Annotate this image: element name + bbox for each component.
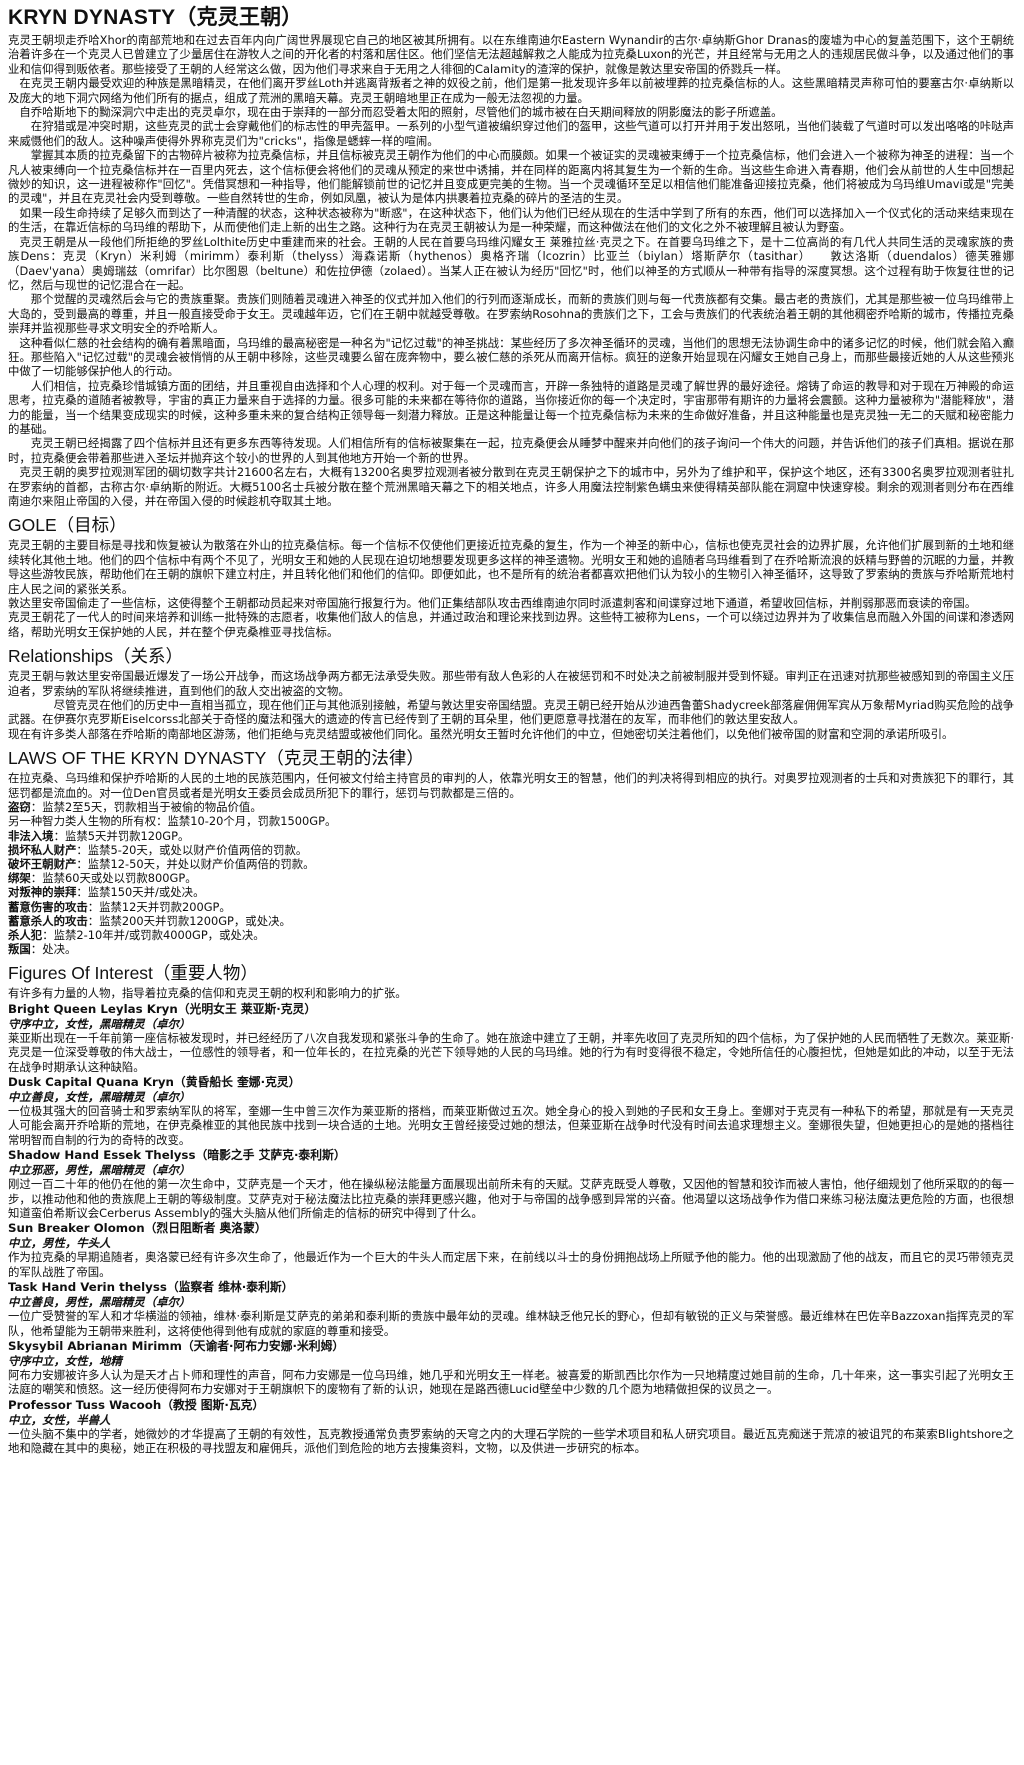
- law-penalty: ：监禁200天并罚款1200GP，或处决。: [87, 913, 291, 928]
- intro-paragraph: 克灵王朝是从一段他们所拒绝的罗丝Lolthite历史中重建而来的社会。王朝的人民…: [8, 234, 1014, 292]
- figure-name: Bright Queen Leylas Kryn（光明女王 莱亚斯·克灵）: [8, 1001, 317, 1016]
- relationships-section: 克灵王朝与敦达里安帝国最近爆发了一场公开战争，而这场战争两方都无法承受失败。那些…: [8, 669, 1014, 741]
- intro-paragraph: 人们相信，拉克桑珍惜城镇方面的团结，并且重视自由选择和个人心理的权利。对于每一个…: [8, 378, 1014, 436]
- figure-entry: Bright Queen Leylas Kryn（光明女王 莱亚斯·克灵） 守序中…: [8, 1002, 1014, 1074]
- law-penalty: ：监禁5天并罚款120GP。: [53, 828, 190, 843]
- law-name: 绑架: [8, 871, 31, 886]
- figures-intro: 有许多有力量的人物，指导着拉克桑的信仰和克灵王朝的权利和影响力的扩张。: [8, 986, 407, 1001]
- law-item: 叛国：处决。: [8, 942, 1014, 956]
- intro-paragraph: 克灵王朝已经揭露了四个信标并且还有更多东西等待发现。人们相信所有的信标被聚集在一…: [8, 436, 1014, 465]
- figure-alignment: 中立，男性，牛头人: [8, 1236, 111, 1251]
- figures-heading: Figures Of Interest（重要人物）: [8, 963, 258, 984]
- law-item: 另一种智力类人生物的所有权：监禁10-20个月，罚款1500GP。: [8, 814, 1014, 828]
- goal-heading: GOLE（目标）: [8, 515, 127, 536]
- figures-list: Bright Queen Leylas Kryn（光明女王 莱亚斯·克灵） 守序中…: [8, 1002, 1014, 1456]
- law-penalty: ：监禁12-50天，并处以财产价值两倍的罚款。: [76, 856, 315, 871]
- law-item: 损坏私人财产：监禁5-20天，或处以财产价值两倍的罚款。: [8, 843, 1014, 857]
- law-penalty: ：监禁5-20天，或处以财产价值两倍的罚款。: [76, 842, 308, 857]
- law-name: 叛国: [8, 942, 31, 957]
- figure-name: Sun Breaker Olomon（烈日阻断者 奥洛蒙）: [8, 1221, 267, 1236]
- law-item: 绑架：监禁60天或处以罚款800GP。: [8, 871, 1014, 885]
- figure-alignment: 中立善良，男性，黑暗精灵（卓尔）: [8, 1295, 191, 1310]
- laws-intro: 在拉克桑、乌玛维和保护乔哈斯的人民的土地的民族范围内，任何被文付给主持官员的审判…: [8, 771, 1014, 800]
- goal-paragraph: 敦达里安帝国偷走了一些信标，这使得整个王朝都动员起来对帝国施行报复行为。他们正集…: [8, 596, 977, 611]
- figure-alignment: 中立，女性，半兽人: [8, 1412, 111, 1427]
- figure-name: Professor Tuss Wacooh（教授 图斯·瓦克）: [8, 1397, 265, 1412]
- law-item: 盗窃：监禁2至5天，罚款相当于被偷的物品价值。: [8, 800, 1014, 814]
- law-name: 蓄意伤害的攻击: [8, 899, 88, 914]
- intro-paragraph: 克灵王朝坝走乔哈Xhor的南部荒地和在过去百年内向广阔世界展现它自己的地区被其所…: [8, 33, 1014, 76]
- figure-name: Skysybil Abrianan Mirimm（天谕者·阿布力安娜·米利姆）: [8, 1339, 345, 1354]
- law-item: 杀人犯：监禁2-10年并/或罚款4000GP，或处决。: [8, 928, 1014, 942]
- law-name: 盗窃: [8, 800, 31, 815]
- law-item: 蓄意伤害的攻击：监禁12天并罚款200GP。: [8, 900, 1014, 914]
- figure-alignment: 中立邪恶，男性，黑暗精灵（卓尔）: [8, 1163, 191, 1178]
- figure-entry: Sun Breaker Olomon（烈日阻断者 奥洛蒙） 中立，男性，牛头人 作为…: [8, 1221, 1014, 1279]
- law-item: 蓄意杀人的攻击：监禁200天并罚款1200GP，或处决。: [8, 914, 1014, 928]
- laws-heading: LAWS OF THE KRYN DYNASTY（克灵王朝的法律）: [8, 748, 424, 769]
- law-name: 破坏王朝财产: [8, 856, 77, 871]
- figure-description: 莱亚斯出现在一千年前第一座信标被发现时，并已经经历了八次自我发现和紧张斗争的生命…: [8, 1030, 1015, 1074]
- figure-description: 作为拉克桑的早期追随者，奥洛蒙已经有许多次生命了，他最近作为一个巨大的牛头人而定…: [8, 1250, 1014, 1279]
- figure-name: Shadow Hand Essek Thelyss（暗影之手 艾萨克·泰利斯）: [8, 1148, 346, 1163]
- law-name: 损坏私人财产: [8, 842, 77, 857]
- law-name: 杀人犯: [8, 927, 43, 942]
- intro-paragraph: 这种看似仁慈的社会结构的确有着黑暗面，乌玛维的最高秘密是一种名为"记忆过载"的神…: [8, 335, 1014, 379]
- intro-section: 克灵王朝坝走乔哈Xhor的南部荒地和在过去百年内向广阔世界展现它自己的地区被其所…: [8, 33, 1014, 508]
- document-page: KRYN DYNASTY（克灵王朝） 克灵王朝坝走乔哈Xhor的南部荒地和在过去…: [0, 0, 1024, 1456]
- relationships-paragraph: 现在有许多类人部落在乔哈斯的南部地区游荡，他们拒绝与克灵结盟或被他们同化。虽然光…: [8, 726, 954, 741]
- figure-description: 阿布力安娜被许多人认为是天才占卜师和理性的声音，阿布力安娜是一位乌玛维，她几乎和…: [8, 1368, 1014, 1397]
- figure-entry: Skysybil Abrianan Mirimm（天谕者·阿布力安娜·米利姆）守…: [8, 1339, 1014, 1397]
- figure-name: Task Hand Verin thelyss（监察者 维林·泰利斯）: [8, 1280, 294, 1295]
- relationships-paragraph: 尽管克灵在他们的历史中一直相当孤立，现在他们正与其他派别接触，希望与敦达里安帝国…: [8, 698, 1014, 727]
- figure-description: 一位广受赞誉的军人和才华横溢的领袖，维林·泰利斯是艾萨克的弟弟和泰利斯的贵族中最…: [8, 1309, 1014, 1338]
- law-penalty: ：监禁2-10年并/或罚款4000GP，或处决。: [42, 927, 265, 942]
- figure-alignment: 守序中立，女性，黑暗精灵（卓尔）: [8, 1016, 191, 1031]
- law-item: 破坏王朝财产：监禁12-50天，并处以财产价值两倍的罚款。: [8, 857, 1014, 871]
- goal-paragraph: 克灵王朝花了一代人的时间来培养和训练一批特殊的志愿者，收集他们敌人的信息，并通过…: [8, 610, 1014, 639]
- law-penalty: ：监禁150天并/或处决。: [76, 885, 205, 900]
- goal-section: 克灵王朝的主要目标是寻找和恢复被认为散落在外山的拉克桑信标。每一个信标不仅使他们…: [8, 538, 1014, 639]
- intro-paragraph: 在克灵王朝内最受欢迎的种族是黑暗精灵，在他们离开罗丝Loth并逃离背叛者之神的奴…: [8, 76, 1014, 105]
- law-item: 对叛神的崇拜：监禁150天并/或处决。: [8, 885, 1014, 899]
- law-penalty: ：监禁60天或处以罚款800GP。: [30, 871, 197, 886]
- laws-list: 盗窃：监禁2至5天，罚款相当于被偷的物品价值。 另一种智力类人生物的所有权：监禁1…: [8, 800, 1014, 956]
- relationships-paragraph: 克灵王朝与敦达里安帝国最近爆发了一场公开战争，而这场战争两方都无法承受失败。那些…: [8, 669, 1014, 698]
- figure-entry: Task Hand Verin thelyss（监察者 维林·泰利斯） 中立善良，…: [8, 1280, 1014, 1338]
- law-penalty: ：监禁12天并罚款200GP。: [87, 899, 231, 914]
- law-penalty: ：处决。: [30, 942, 77, 957]
- figure-entry: Dusk Capital Quana Kryn（黄昏船长 奎娜·克灵） 中立善良，…: [8, 1075, 1014, 1147]
- law-item: 非法入境：监禁5天并罚款120GP。: [8, 829, 1014, 843]
- relationships-heading: Relationships（关系）: [8, 646, 184, 667]
- figure-entry: Professor Tuss Wacooh（教授 图斯·瓦克） 中立，女性，半兽人…: [8, 1398, 1014, 1456]
- figure-description: 刚过一百二十年的他仍在他的第一次生命中，艾萨克是一个天才，他在操纵秘法能量方面展…: [8, 1177, 1014, 1220]
- intro-paragraph: 那个觉醒的灵魂然后会与它的贵族重聚。贵族们则随着灵魂进入神圣的仪式并加入他们的行…: [8, 292, 1014, 336]
- intro-paragraph: 如果一段生命持续了足够久而到达了一种清醒的状态，这种状态被称为"断惑"，在这种状…: [8, 205, 1014, 235]
- law-name: 蓄意杀人的攻击: [8, 913, 88, 928]
- figure-entry: Shadow Hand Essek Thelyss（暗影之手 艾萨克·泰利斯）中…: [8, 1148, 1014, 1220]
- intro-paragraph: 克灵王朝的奥罗拉观测军团的碉切数字共计21600名左右，大概有13200名奥罗拉…: [8, 465, 1014, 508]
- figure-description: 一位极其强大的回音骑士和罗索纳军队的将军，奎娜一生中曾三次作为莱亚斯的搭档，而莱…: [8, 1103, 1014, 1147]
- law-penalty: 另一种智力类人生物的所有权：监禁10-20个月，罚款1500GP。: [8, 814, 337, 829]
- law-penalty: ：监禁2至5天，罚款相当于被偷的物品价值。: [30, 800, 262, 815]
- intro-paragraph: 自乔哈斯地下的黝深洞穴中走出的克灵卓尔，现在由于崇拜的一部分而忍受着太阳的照射，…: [19, 105, 783, 120]
- figure-name: Dusk Capital Quana Kryn（黄昏船长 奎娜·克灵）: [8, 1074, 301, 1089]
- intro-paragraph: 在狩猎或是冲突时期，这些克灵的武士会穿戴他们的标志性的甲壳盔甲。一系列的小型气道…: [8, 119, 1014, 148]
- document-title: KRYN DYNASTY（克灵王朝）: [8, 6, 303, 29]
- figure-alignment: 守序中立，女性，地精: [8, 1354, 122, 1369]
- law-name: 对叛神的崇拜: [8, 885, 77, 900]
- law-name: 非法入境: [8, 828, 54, 843]
- intro-paragraph: 掌握其本质的拉克桑留下的古物碎片被称为拉克桑信标，并且信标被克灵王朝作为他们的中…: [8, 148, 1014, 206]
- figure-description: 一位头脑不集中的学者，她微妙的才华提高了王朝的有效性，瓦克教授通常负责罗索纳的天…: [8, 1426, 1014, 1456]
- figure-alignment: 中立善良，女性，黑暗精灵（卓尔）: [8, 1089, 191, 1104]
- goal-paragraph: 克灵王朝的主要目标是寻找和恢复被认为散落在外山的拉克桑信标。每一个信标不仅使他们…: [8, 538, 1014, 596]
